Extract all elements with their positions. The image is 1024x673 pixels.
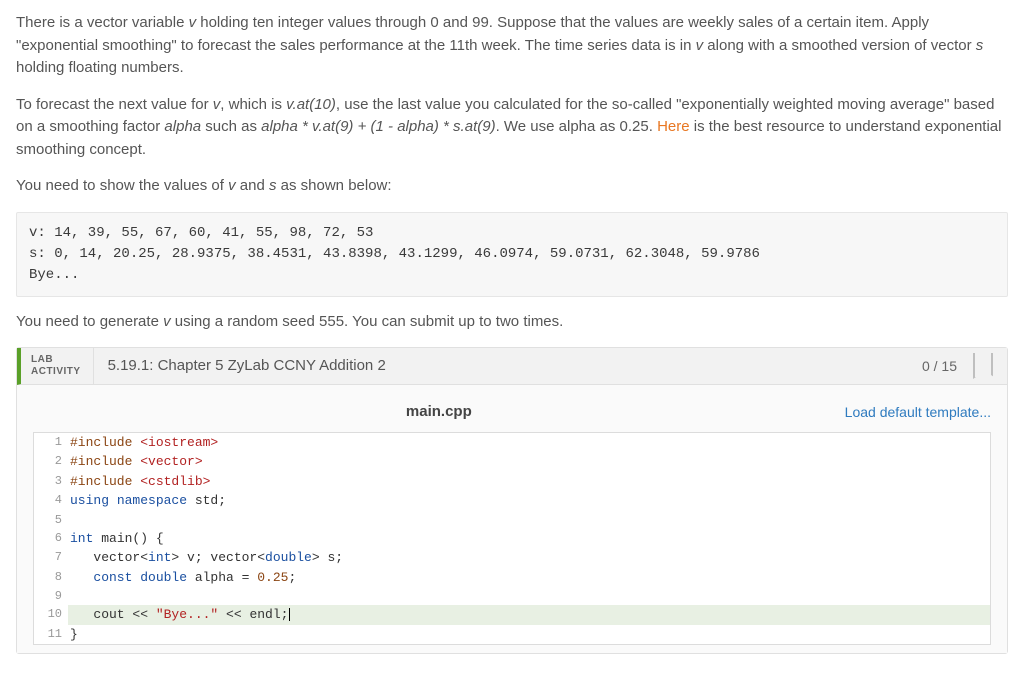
- editor-area: main.cpp Load default template... 1#incl…: [17, 385, 1007, 653]
- var-v: v: [189, 14, 197, 31]
- lab-header: LAB ACTIVITY 5.19.1: Chapter 5 ZyLab CCN…: [17, 348, 1007, 385]
- code-editor[interactable]: 1#include <iostream> 2#include <vector> …: [33, 432, 991, 646]
- here-link[interactable]: Here: [657, 118, 690, 135]
- lab-activity-card: LAB ACTIVITY 5.19.1: Chapter 5 ZyLab CCN…: [16, 347, 1008, 654]
- example-output: v: 14, 39, 55, 67, 60, 41, 55, 98, 72, 5…: [16, 212, 1008, 297]
- main-content: There is a vector variable v holding ten…: [16, 12, 1008, 654]
- bookmark-icon[interactable]: [967, 348, 1007, 384]
- paragraph-1: There is a vector variable v holding ten…: [16, 12, 1008, 80]
- editor-toolbar: main.cpp Load default template...: [33, 401, 991, 424]
- text-cursor: [289, 608, 290, 621]
- paragraph-4: You need to generate v using a random se…: [16, 311, 1008, 334]
- editor-filename: main.cpp: [33, 401, 845, 424]
- load-default-template-link[interactable]: Load default template...: [845, 402, 991, 423]
- var-s: s: [976, 37, 984, 54]
- lab-score: 0 / 15: [912, 348, 967, 384]
- paragraph-3: You need to show the values of v and s a…: [16, 175, 1008, 198]
- lab-badge: LAB ACTIVITY: [21, 348, 94, 384]
- lab-title: 5.19.1: Chapter 5 ZyLab CCNY Addition 2: [94, 348, 912, 384]
- paragraph-2: To forecast the next value for v, which …: [16, 94, 1008, 162]
